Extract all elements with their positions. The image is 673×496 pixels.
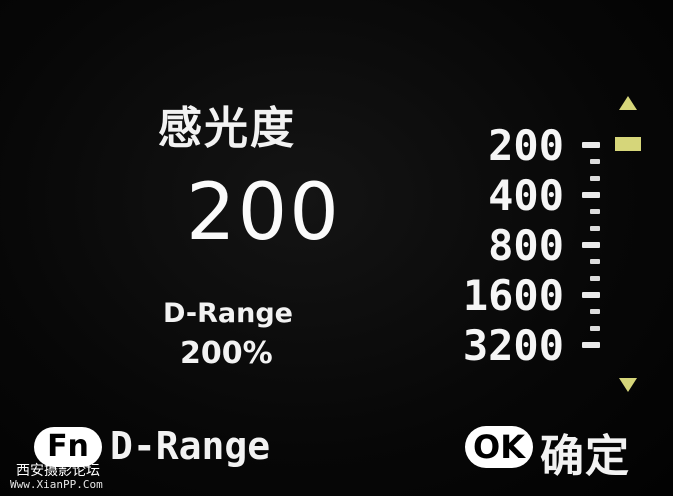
iso-title: 感光度	[158, 103, 296, 154]
scroll-down-icon[interactable]	[619, 378, 637, 392]
scale-tick-minor	[590, 276, 600, 281]
scale-tick-minor	[590, 259, 600, 264]
iso-option-label: 1600	[462, 270, 564, 320]
selection-cursor	[615, 137, 641, 151]
scale-tick-major	[582, 142, 600, 148]
fn-action-label: D-Range	[110, 424, 271, 468]
iso-option-1600[interactable]: 1600	[463, 270, 564, 320]
iso-option-label: 3200	[462, 320, 564, 370]
scale-tick-minor	[590, 209, 600, 214]
iso-option-label: 200	[488, 120, 564, 170]
scale-tick-minor	[590, 326, 600, 331]
scale-tick-minor	[590, 176, 600, 181]
scale-tick-minor	[590, 309, 600, 314]
iso-current-value: 200	[186, 168, 341, 258]
scroll-up-icon[interactable]	[619, 96, 637, 110]
iso-option-400[interactable]: 400	[488, 170, 564, 220]
drange-value: 200%	[180, 336, 273, 371]
iso-option-800[interactable]: 800	[488, 220, 564, 270]
iso-option-label: 800	[488, 220, 564, 270]
ok-action-label: 确定	[540, 431, 630, 482]
scale-tick-major	[582, 292, 600, 298]
watermark-url: Www.XianPP.Com	[10, 478, 103, 491]
drange-label: D-Range	[163, 298, 293, 329]
scale-tick-major	[582, 342, 600, 348]
iso-option-label: 400	[488, 170, 564, 220]
iso-option-3200[interactable]: 3200	[463, 320, 564, 370]
scale-tick-major	[582, 192, 600, 198]
scale-tick-minor	[590, 159, 600, 164]
iso-scale[interactable]: 200 400 800 1600 3200	[420, 120, 600, 370]
scale-tick-major	[582, 242, 600, 248]
scale-tick-minor	[590, 226, 600, 231]
watermark-title: 西安摄影论坛	[16, 463, 100, 479]
iso-option-200[interactable]: 200	[488, 120, 564, 170]
ok-button-icon[interactable]: OK	[465, 426, 533, 468]
